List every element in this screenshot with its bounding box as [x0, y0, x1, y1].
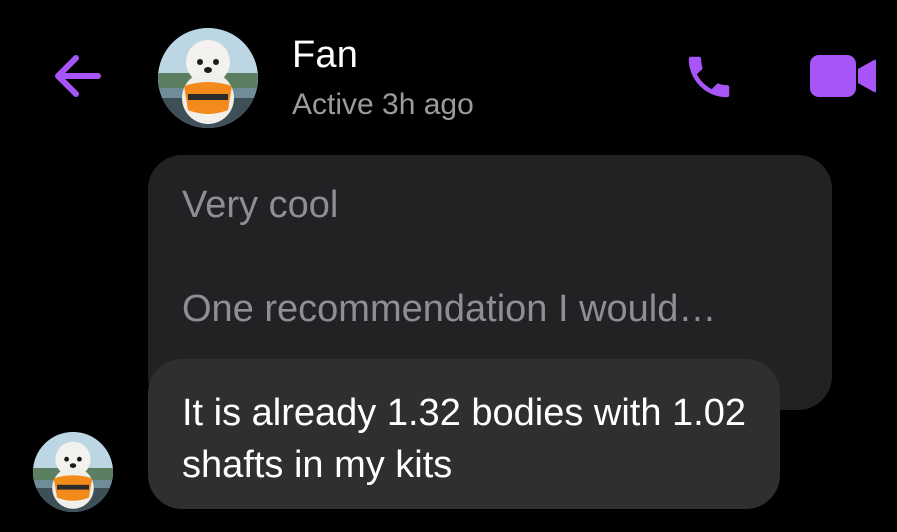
contact-avatar[interactable]	[158, 28, 258, 128]
back-button[interactable]	[48, 50, 106, 106]
message-text: It is already 1.32 bodies with 1.02 shaf…	[182, 392, 747, 486]
contact-name[interactable]: Fan	[292, 34, 358, 77]
arrow-left-icon	[50, 52, 104, 105]
video-camera-icon	[808, 52, 878, 105]
sender-avatar[interactable]	[33, 432, 113, 512]
active-status: Active 3h ago	[292, 88, 474, 121]
phone-icon	[682, 50, 736, 109]
replied-message-line-1: Very cool	[182, 184, 339, 226]
video-call-button[interactable]	[806, 52, 880, 104]
message-bubble[interactable]: It is already 1.32 bodies with 1.02 shaf…	[148, 359, 780, 509]
voice-call-button[interactable]	[678, 50, 740, 108]
replied-message-line-2: One recommendation I would…	[182, 288, 717, 330]
